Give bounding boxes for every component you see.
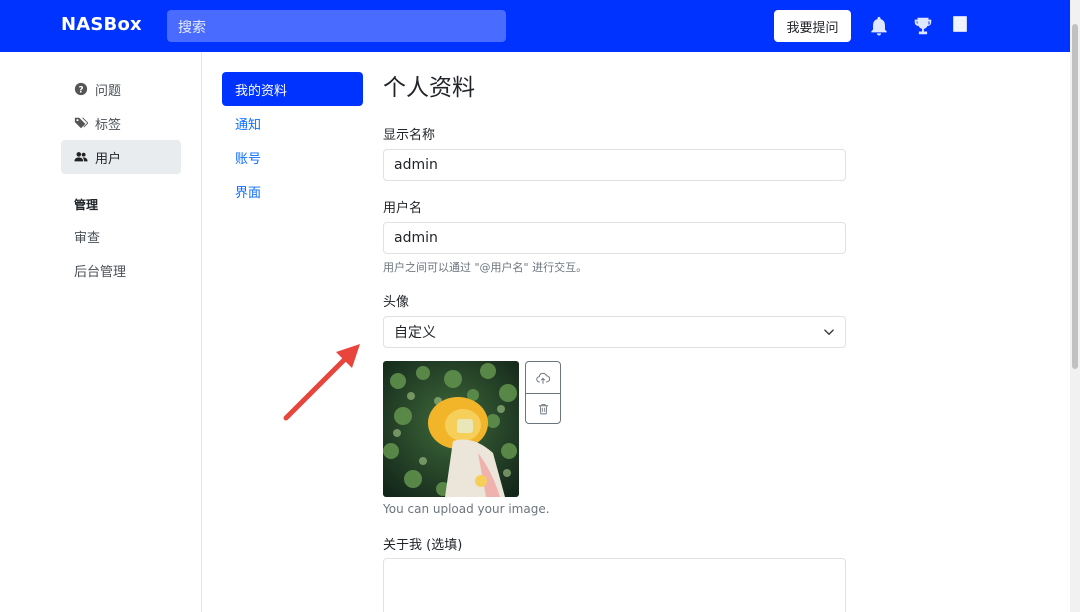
settings-tab-interface[interactable]: 界面 <box>222 174 363 208</box>
tags-icon <box>74 116 88 130</box>
top-navbar: NASBox 搜索 我要提问 <box>0 0 1070 52</box>
scrollbar-thumb[interactable] <box>1072 24 1078 369</box>
avatar-type-value: 自定义 <box>394 325 436 341</box>
username-label: 用户名 <box>383 201 423 216</box>
username-field[interactable]: admin <box>383 222 846 254</box>
sidebar-section-title: 管理 <box>74 198 99 212</box>
delete-avatar-button[interactable] <box>526 393 560 423</box>
trophy-icon[interactable] <box>912 15 934 37</box>
brand-logo[interactable]: NASBox <box>61 14 142 35</box>
sidebar-item-label: 用户 <box>95 151 122 167</box>
upload-avatar-button[interactable] <box>526 362 560 393</box>
sidebar-item-admin[interactable]: 后台管理 <box>61 253 181 287</box>
settings-tab-profile[interactable]: 我的资料 <box>222 72 363 106</box>
settings-nav: 我的资料 通知 账号 界面 <box>222 72 363 208</box>
sidebar-item-tags[interactable]: 标签 <box>61 106 181 140</box>
ask-question-button[interactable]: 我要提问 <box>774 10 851 42</box>
sidebar-item-users[interactable]: 用户 <box>61 140 181 174</box>
search-input[interactable]: 搜索 <box>167 10 506 42</box>
sidebar-item-label: 后台管理 <box>74 264 127 280</box>
settings-tab-notifications[interactable]: 通知 <box>222 106 363 140</box>
question-circle-icon: ? <box>74 82 88 96</box>
display-name-label: 显示名称 <box>383 128 436 143</box>
user-avatar-icon[interactable] <box>953 16 967 32</box>
page-scrollbar[interactable] <box>1070 0 1080 612</box>
sidebar-item-questions[interactable]: ? 问题 <box>61 72 181 106</box>
sidebar-item-label: 标签 <box>95 117 122 133</box>
sidebar-item-label: 审查 <box>74 230 101 246</box>
sidebar-item-label: 问题 <box>95 83 122 99</box>
about-me-textarea[interactable] <box>383 558 846 612</box>
people-icon <box>74 150 88 164</box>
sidebar-item-review[interactable]: 审查 <box>61 219 181 253</box>
display-name-field[interactable]: admin <box>383 149 846 181</box>
settings-tab-account[interactable]: 账号 <box>222 140 363 174</box>
avatar-action-buttons <box>525 361 561 424</box>
avatar-type-select[interactable]: 自定义 <box>383 316 846 348</box>
cloud-upload-icon <box>536 372 550 384</box>
bell-icon[interactable] <box>868 15 890 37</box>
chevron-down-icon <box>824 329 834 335</box>
page-title: 个人资料 <box>383 75 475 101</box>
avatar-preview-image <box>383 361 519 497</box>
profile-form: 个人资料 显示名称 admin 用户名 admin 用户之间可以通过 "@用户名… <box>383 72 846 612</box>
about-me-label: 关于我 (选填) <box>383 538 463 553</box>
trash-icon <box>538 404 548 415</box>
username-help-text: 用户之间可以通过 "@用户名" 进行交互。 <box>383 261 588 274</box>
avatar-help-text: You can upload your image. <box>383 502 550 516</box>
avatar-label: 头像 <box>383 295 410 310</box>
annotation-arrow-icon <box>283 344 360 421</box>
left-sidebar: ? 问题 标签 用户 管理 审查 后台管理 <box>0 52 202 612</box>
svg-text:?: ? <box>78 86 83 96</box>
